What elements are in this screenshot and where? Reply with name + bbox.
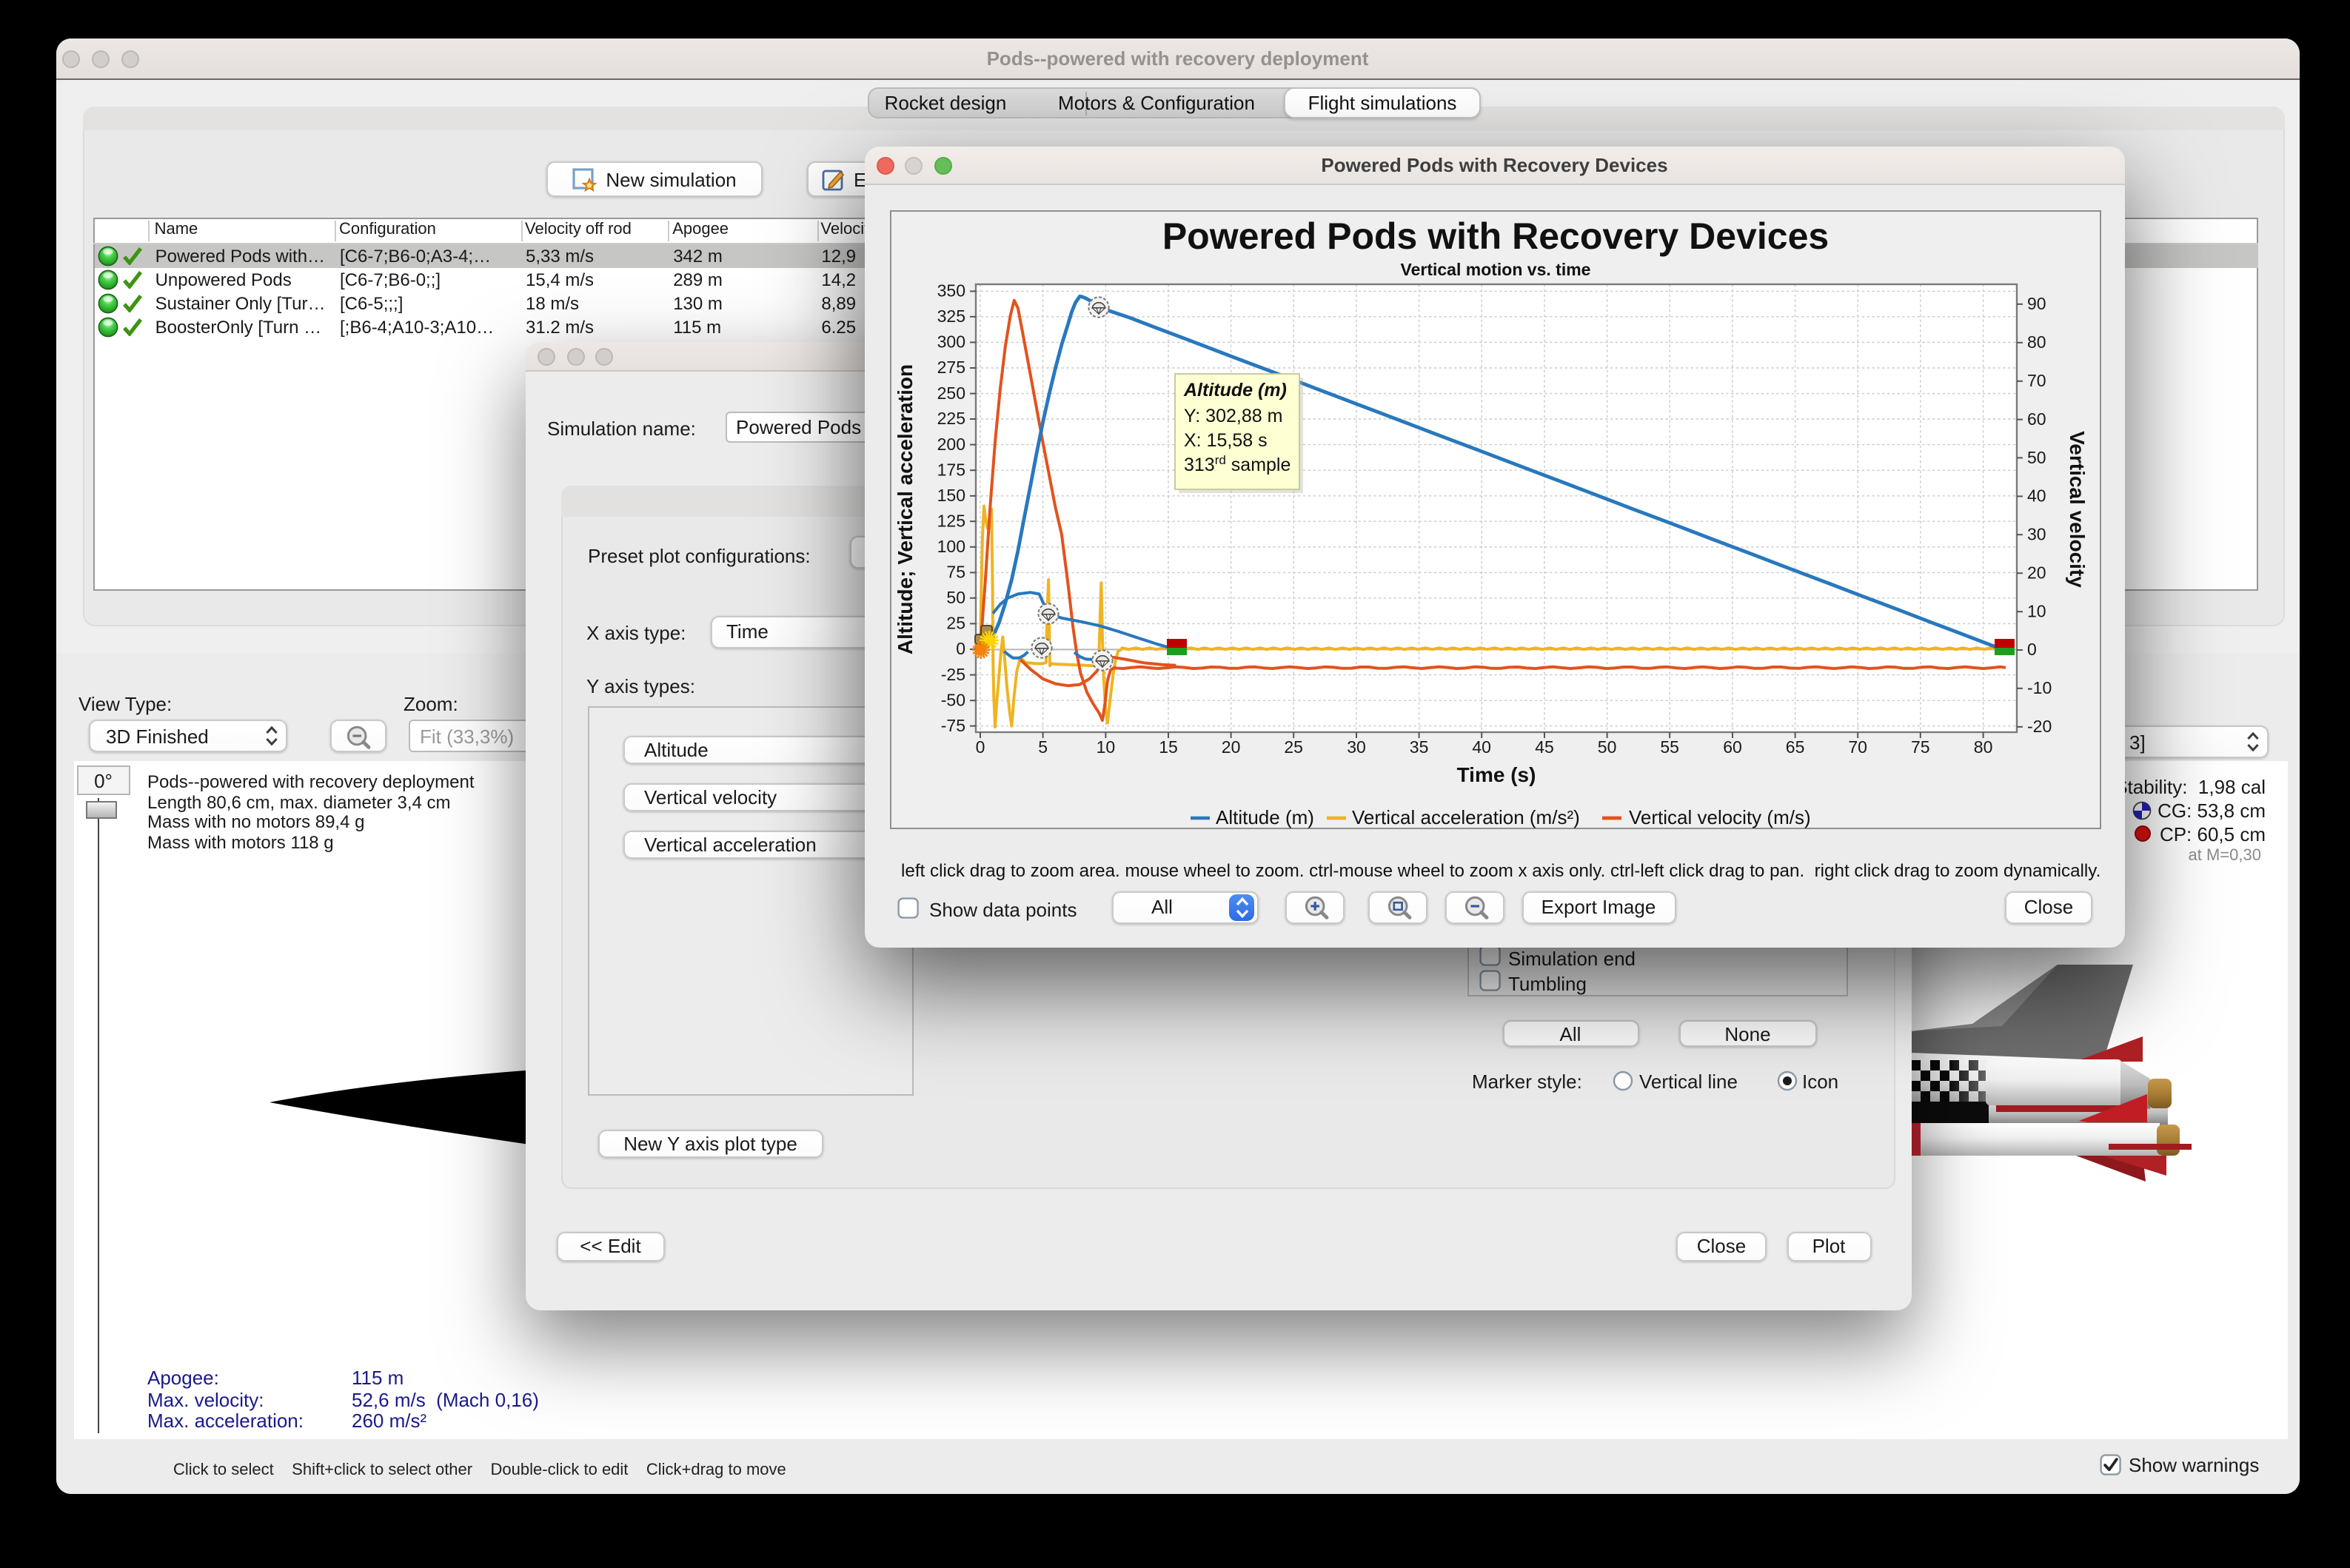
svg-text:Vertical velocity (m/s): Vertical velocity (m/s) [1629,806,1811,828]
svg-text:0: 0 [2027,640,2037,659]
svg-text:40: 40 [2027,486,2046,506]
svg-text:Vertical motion vs. time: Vertical motion vs. time [1401,260,1591,279]
svg-text:35: 35 [1410,737,1429,757]
svg-text:175: 175 [937,460,965,479]
svg-text:10: 10 [1097,737,1116,757]
svg-text:75: 75 [1911,737,1930,757]
svg-text:350: 350 [937,281,965,300]
svg-text:65: 65 [1786,737,1805,757]
svg-text:Time (s): Time (s) [1457,763,1536,786]
svg-text:25: 25 [1284,737,1303,757]
svg-text:-20: -20 [2027,717,2052,736]
svg-text:45: 45 [1535,737,1554,757]
svg-text:200: 200 [937,435,965,454]
svg-text:250: 250 [937,383,965,403]
svg-text:Vertical acceleration (m/s²): Vertical acceleration (m/s²) [1352,806,1580,828]
svg-text:-75: -75 [941,716,965,735]
svg-text:-50: -50 [941,690,965,709]
svg-text:15: 15 [1159,737,1178,757]
svg-text:60: 60 [1723,737,1742,757]
svg-text:0: 0 [956,639,965,658]
svg-text:325: 325 [937,306,965,326]
svg-text:225: 225 [937,409,965,428]
svg-text:313rd sample: 313rd sample [1184,453,1291,475]
svg-text:80: 80 [2027,332,2046,352]
svg-text:125: 125 [937,511,965,530]
svg-text:Vertical velocity: Vertical velocity [2066,431,2089,588]
svg-text:55: 55 [1660,737,1679,757]
svg-text:-25: -25 [941,665,965,684]
svg-text:300: 300 [937,332,965,352]
svg-text:30: 30 [1347,737,1366,757]
svg-text:10: 10 [2027,601,2046,620]
svg-text:-10: -10 [2027,678,2052,697]
svg-text:40: 40 [1472,737,1491,757]
svg-text:50: 50 [946,588,965,607]
svg-text:70: 70 [1848,737,1867,757]
svg-text:Altitude (m): Altitude (m) [1183,380,1287,401]
svg-text:30: 30 [2027,525,2046,544]
svg-text:75: 75 [946,563,965,582]
svg-text:50: 50 [1598,737,1617,757]
svg-text:Altitude; Vertical acceleratio: Altitude; Vertical acceleration [894,364,917,654]
svg-text:100: 100 [937,537,965,556]
svg-text:90: 90 [2027,294,2046,313]
svg-text:80: 80 [1974,737,1993,757]
svg-text:50: 50 [2027,448,2046,467]
svg-text:20: 20 [2027,563,2046,582]
svg-text:5: 5 [1038,737,1048,757]
svg-text:60: 60 [2027,409,2046,429]
svg-text:20: 20 [1222,737,1241,757]
svg-text:Powered Pods with Recovery Dev: Powered Pods with Recovery Devices [1162,215,1829,257]
svg-text:Y: 302,88 m: Y: 302,88 m [1184,406,1282,426]
svg-text:275: 275 [937,358,965,377]
svg-text:25: 25 [946,614,965,633]
svg-text:Altitude (m): Altitude (m) [1216,806,1314,828]
svg-text:150: 150 [937,486,965,505]
svg-text:0: 0 [976,737,985,757]
svg-text:X: 15,58 s: X: 15,58 s [1184,430,1268,451]
svg-text:70: 70 [2027,371,2046,390]
